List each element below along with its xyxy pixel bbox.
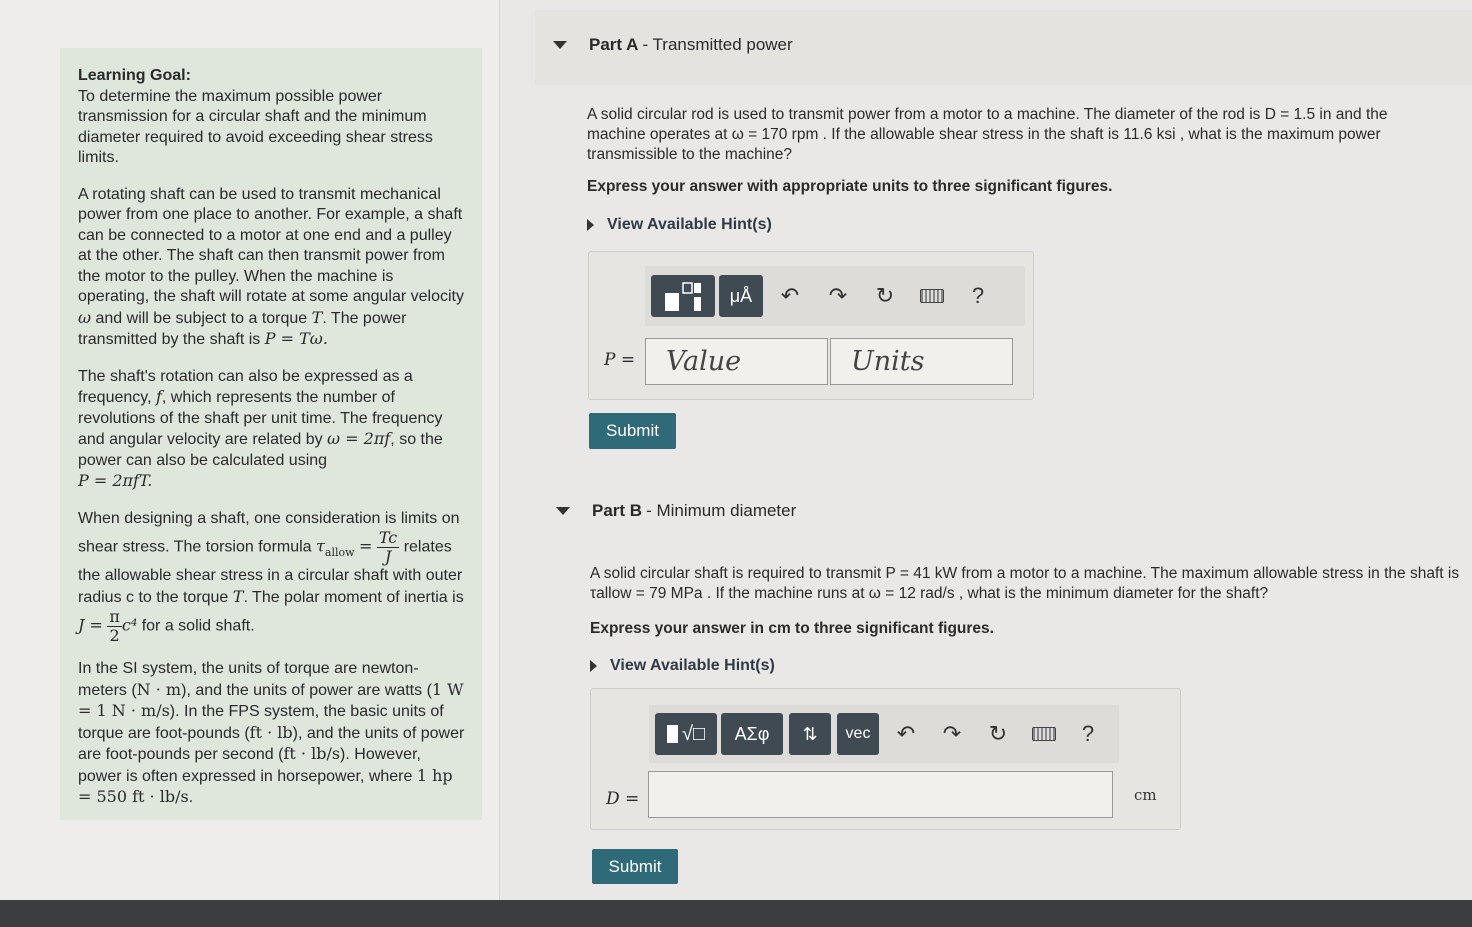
part-a-submit-button[interactable]: Submit bbox=[589, 413, 676, 449]
polar-fraction: π2 bbox=[107, 607, 122, 645]
diameter-input[interactable] bbox=[648, 771, 1113, 818]
reset-icon[interactable]: ↻ bbox=[870, 281, 900, 311]
bottom-bar bbox=[0, 900, 1472, 927]
part-a-question: A solid circular rod is used to transmit… bbox=[587, 106, 1388, 163]
diameter-unit: cm bbox=[1134, 786, 1157, 804]
learning-goal-box: Learning Goal: To determine the maximum … bbox=[60, 48, 482, 820]
part-a-answer-box: μÅ ↶ ↷ ↻ ? P = Value Units bbox=[588, 251, 1034, 400]
redo-icon[interactable]: ↷ bbox=[823, 281, 853, 311]
expand-caret-icon bbox=[587, 219, 594, 231]
undo-icon[interactable]: ↶ bbox=[891, 719, 921, 749]
paragraph-torsion: When designing a shaft, one consideratio… bbox=[78, 509, 464, 645]
paragraph-frequency: The shaft's rotation can also be express… bbox=[78, 367, 443, 491]
expand-caret-icon bbox=[590, 660, 597, 672]
arrows-button[interactable]: ⇅ bbox=[789, 713, 831, 755]
keyboard-icon[interactable] bbox=[917, 281, 947, 311]
units-input[interactable]: Units bbox=[830, 338, 1013, 385]
redo-icon[interactable]: ↷ bbox=[937, 719, 967, 749]
part-a-toolbar: μÅ ↶ ↷ ↻ ? bbox=[645, 266, 1025, 326]
part-a-hint-toggle[interactable]: View Available Hint(s) bbox=[587, 216, 772, 234]
greek-symbols-button[interactable]: ΑΣφ bbox=[721, 713, 783, 755]
paragraph-power: A rotating shaft can be used to transmit… bbox=[78, 185, 464, 349]
units-button[interactable]: μÅ bbox=[719, 275, 763, 317]
help-icon[interactable]: ? bbox=[963, 281, 993, 311]
part-b-answer-box: √□ ΑΣφ ⇅ vec ↶ ↷ ↻ ? D = cm bbox=[590, 688, 1181, 830]
part-b-header[interactable]: Part B - Minimum diameter bbox=[556, 501, 796, 521]
learning-goal-title: Learning Goal: bbox=[78, 67, 191, 84]
part-b-instruction: Express your answer in cm to three signi… bbox=[590, 620, 994, 637]
undo-icon[interactable]: ↶ bbox=[775, 281, 805, 311]
collapse-caret-icon[interactable] bbox=[556, 507, 570, 515]
templates-button[interactable] bbox=[651, 275, 715, 317]
part-b-toolbar: √□ ΑΣφ ⇅ vec ↶ ↷ ↻ ? bbox=[649, 705, 1119, 763]
help-icon[interactable]: ? bbox=[1073, 719, 1103, 749]
torsion-fraction: Tc J bbox=[376, 528, 400, 566]
templates-button[interactable]: √□ bbox=[655, 713, 717, 755]
keyboard-icon[interactable] bbox=[1029, 719, 1059, 749]
templates-icon bbox=[665, 282, 701, 311]
part-b-variable-label: D = bbox=[606, 789, 640, 809]
value-input[interactable]: Value bbox=[645, 338, 828, 385]
collapse-caret-icon[interactable] bbox=[553, 41, 567, 49]
left-panel: Learning Goal: To determine the maximum … bbox=[0, 0, 500, 900]
learning-goal-intro: Learning Goal: To determine the maximum … bbox=[78, 67, 433, 166]
part-b-hint-toggle[interactable]: View Available Hint(s) bbox=[590, 657, 775, 675]
part-a-instruction: Express your answer with appropriate uni… bbox=[587, 178, 1113, 195]
paragraph-units: In the SI system, the units of torque ar… bbox=[78, 660, 465, 806]
reset-icon[interactable]: ↻ bbox=[983, 719, 1013, 749]
part-b-submit-button[interactable]: Submit bbox=[592, 849, 678, 884]
vector-button[interactable]: vec bbox=[837, 713, 879, 755]
part-b-question: A solid circular shaft is required to tr… bbox=[590, 565, 1460, 602]
part-a-variable-label: P = bbox=[604, 350, 636, 370]
part-a-header[interactable]: Part A - Transmitted power bbox=[553, 35, 793, 55]
